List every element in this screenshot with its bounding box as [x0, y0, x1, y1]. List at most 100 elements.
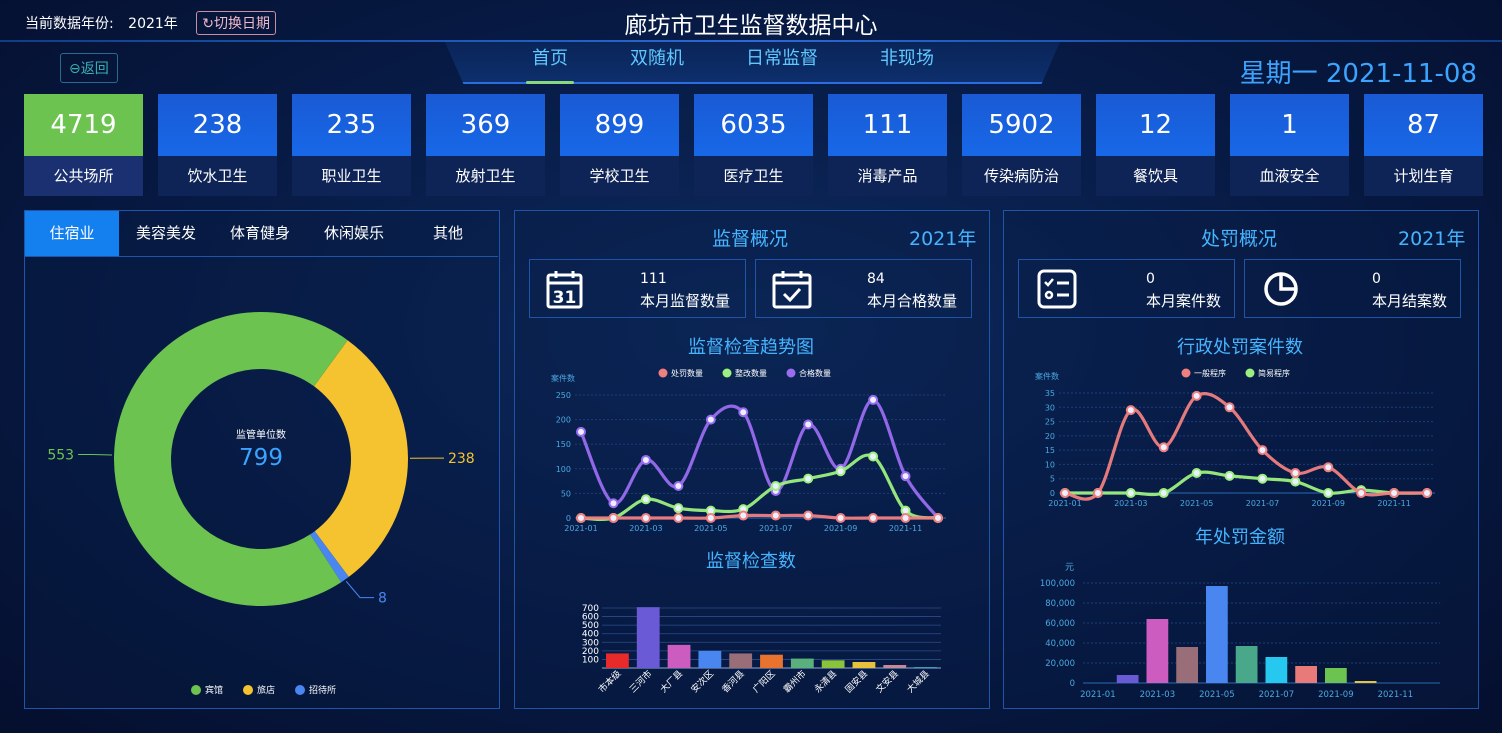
x-tick-label: 安次区: [688, 668, 716, 696]
category-card[interactable]: 5902 传染病防治: [962, 94, 1081, 196]
tab-leisure[interactable]: 休闲娱乐: [307, 211, 401, 256]
x-tick-label: 2021-05: [1180, 499, 1213, 508]
data-point: [673, 481, 684, 492]
tab-lodging[interactable]: 住宿业: [25, 211, 119, 256]
legend-marker: [1181, 368, 1191, 378]
x-tick-label: 固安县: [842, 668, 870, 696]
main-nav: 首页 双随机 日常监督 非现场: [520, 44, 946, 84]
category-card[interactable]: 4719 公共场所: [24, 94, 143, 196]
y-tick-label: 600: [582, 613, 599, 623]
back-arrow-icon: ⊖: [69, 61, 81, 77]
data-point: [1158, 442, 1169, 453]
x-tick-label: 2021-01: [564, 524, 597, 533]
y-tick-label: 500: [582, 621, 599, 631]
x-tick-label: 2021-09: [1312, 499, 1345, 508]
bar: [1176, 647, 1198, 683]
data-point: [640, 513, 651, 523]
pie-icon: [1264, 272, 1298, 306]
x-tick-label: 香河县: [719, 668, 747, 696]
data-point: [835, 466, 846, 477]
nav-tab-daily[interactable]: 日常监督: [734, 44, 830, 70]
bar: [667, 644, 691, 668]
legend-label: 一般程序: [1194, 368, 1226, 378]
legend-label: 处罚数量: [671, 368, 703, 378]
data-point: [1290, 476, 1301, 487]
donut-center-label: 监管单位数: [236, 428, 286, 441]
data-point: [1257, 445, 1268, 456]
card-value: 1: [1230, 94, 1349, 156]
legend-marker: [658, 368, 668, 378]
legend-label: 招待所: [309, 684, 336, 696]
legend-marker: [243, 685, 253, 695]
category-card[interactable]: 235 职业卫生: [292, 94, 411, 196]
data-point: [673, 503, 684, 514]
tab-beauty[interactable]: 美容美发: [119, 211, 213, 256]
x-tick-label: 霸州市: [781, 668, 809, 696]
back-button[interactable]: ⊖返回: [60, 53, 118, 83]
data-point: [705, 414, 716, 425]
data-point: [1323, 488, 1334, 498]
category-card[interactable]: 1 血液安全: [1230, 94, 1349, 196]
nav-tab-random[interactable]: 双随机: [618, 44, 696, 70]
bar: [636, 607, 660, 668]
nav-tab-home[interactable]: 首页: [520, 44, 580, 84]
data-point: [1191, 468, 1202, 478]
y-tick-label: 0: [1050, 489, 1055, 498]
penalty-title: 处罚概况: [1201, 228, 1278, 250]
category-card[interactable]: 87 计划生育: [1364, 94, 1483, 196]
bar: [606, 653, 629, 668]
category-card[interactable]: 12 餐饮具: [1096, 94, 1215, 196]
x-tick-label: 2021-01: [1080, 690, 1116, 700]
bar: [852, 662, 876, 668]
category-card[interactable]: 6035 医疗卫生: [694, 94, 813, 196]
category-card[interactable]: 899 学校卫生: [560, 94, 679, 196]
category-card[interactable]: 369 放射卫生: [426, 94, 545, 196]
x-tick-label: 2021-07: [759, 524, 792, 533]
nav-tab-offsite[interactable]: 非现场: [868, 44, 946, 70]
legend-label: 简易程序: [1258, 368, 1290, 378]
y-tick-label: 40,000: [1045, 639, 1075, 649]
x-tick-label: 2021-11: [1377, 499, 1410, 508]
data-point: [608, 498, 619, 509]
y-axis-label: 案件数: [551, 373, 575, 383]
x-tick-label: 2021-11: [889, 524, 922, 533]
y-tick-label: 10: [1045, 460, 1055, 469]
card-label: 餐饮具: [1096, 156, 1215, 196]
data-point: [1323, 462, 1334, 473]
data-point: [1224, 470, 1235, 481]
y-tick-label: 35: [1045, 389, 1055, 398]
data-point: [1257, 473, 1268, 484]
data-point: [1224, 402, 1235, 413]
y-tick-label: 80,000: [1045, 599, 1075, 609]
donut-value-label: 553: [47, 448, 74, 464]
x-tick-label: 大厂县: [658, 668, 686, 696]
penalty-year: 2021年: [1398, 228, 1466, 250]
data-point: [900, 513, 911, 523]
y-tick-label: 200: [582, 647, 599, 657]
data-point: [1356, 488, 1367, 498]
data-point: [1422, 488, 1432, 498]
x-tick-label: 文安县: [873, 668, 901, 696]
card-label: 放射卫生: [426, 156, 545, 196]
bar: [729, 653, 753, 668]
y-tick-label: 200: [556, 416, 571, 425]
card-value: 369: [426, 94, 545, 156]
tab-fitness[interactable]: 体育健身: [213, 211, 307, 256]
bar: [1146, 619, 1169, 683]
series-line: [579, 398, 940, 520]
annual-fine-title: 年处罚金额: [1195, 527, 1285, 548]
card-label: 学校卫生: [560, 156, 679, 196]
data-point: [640, 494, 651, 505]
x-tick-label: 三河市: [627, 668, 655, 696]
category-card[interactable]: 238 饮水卫生: [158, 94, 277, 196]
data-point: [738, 510, 749, 521]
data-point: [1290, 468, 1301, 478]
tab-other[interactable]: 其他: [401, 211, 495, 256]
category-tabs: 住宿业 美容美发 体育健身 休闲娱乐 其他: [25, 211, 498, 257]
category-card[interactable]: 111 消毒产品: [828, 94, 947, 196]
category-cards: 4719 公共场所 238 饮水卫生 235 职业卫生 369 放射卫生 899 学校卫生…: [24, 94, 1483, 196]
legend-marker: [786, 368, 796, 378]
y-tick-label: 20,000: [1045, 659, 1075, 669]
data-point: [900, 471, 911, 482]
x-tick-label: 2021-07: [1259, 690, 1295, 700]
